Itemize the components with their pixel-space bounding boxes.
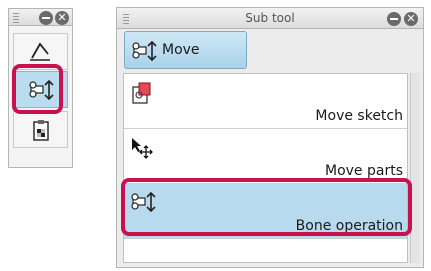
compass-ruler-icon (30, 42, 50, 61)
subtool-item-move-parts[interactable]: Move parts (124, 129, 407, 184)
tab-move-label: Move (162, 42, 200, 58)
tool-slot-checker[interactable] (13, 111, 68, 148)
move-parts-icon (132, 138, 153, 159)
subtool-item-move-sketch[interactable]: Move sketch (124, 74, 407, 129)
tool-palette-titlebar[interactable]: ✕ (8, 8, 73, 26)
subtool-item-label: Move sketch (315, 108, 403, 124)
close-icon[interactable]: ✕ (404, 12, 418, 26)
minimize-icon[interactable] (387, 12, 401, 26)
move-sketch-icon (132, 82, 151, 104)
subtool-item-label: Move parts (325, 163, 403, 179)
subtool-titlebar[interactable]: Sub tool ✕ (116, 7, 424, 29)
scrollbar[interactable] (410, 73, 420, 263)
drag-grip-icon[interactable] (13, 13, 19, 23)
move-group-icon (132, 41, 157, 61)
minimize-icon[interactable] (39, 11, 53, 25)
tab-move-group[interactable]: Move (124, 31, 247, 69)
highlight-frame-subtool (121, 178, 412, 236)
close-icon[interactable]: ✕ (55, 11, 69, 25)
panel-title: Sub tool (245, 11, 295, 25)
clipboard-checker-icon (33, 120, 49, 141)
highlight-frame-tool (12, 64, 63, 114)
